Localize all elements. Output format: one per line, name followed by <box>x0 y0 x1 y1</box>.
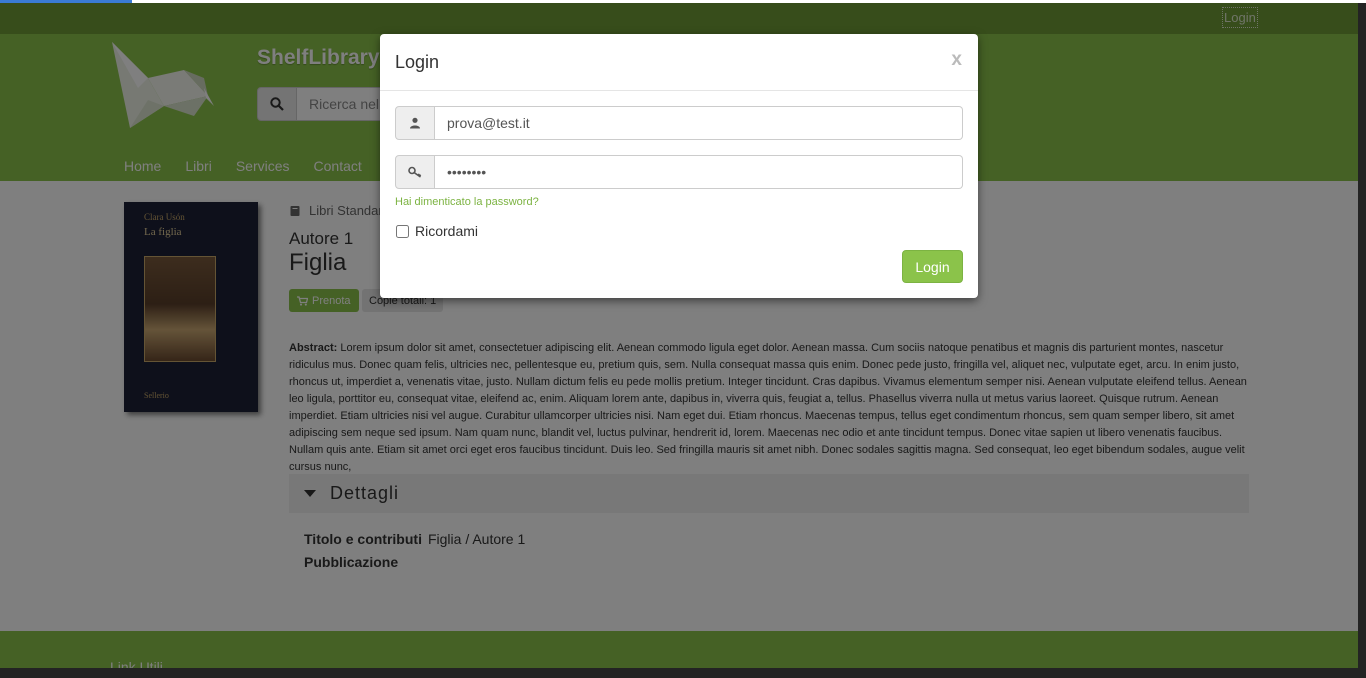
email-addon <box>395 106 435 140</box>
remember-label: Ricordami <box>415 223 479 239</box>
remember-checkbox[interactable] <box>396 224 409 238</box>
email-input-group <box>395 106 963 140</box>
progress-fill <box>0 0 132 3</box>
close-button[interactable]: x <box>951 49 962 71</box>
modal-title: Login <box>395 52 440 72</box>
login-submit-button[interactable]: Login <box>902 250 963 283</box>
login-modal: Login x Hai dimenticato la password? Ric… <box>380 34 978 298</box>
modal-header: Login x <box>380 34 978 91</box>
password-input-group <box>395 155 963 189</box>
user-icon <box>410 117 420 129</box>
remember-me[interactable]: Ricordami <box>395 223 478 239</box>
password-field[interactable] <box>435 155 963 189</box>
password-addon <box>395 155 435 189</box>
key-icon <box>408 166 422 178</box>
page-load-progress <box>0 0 1366 3</box>
email-field[interactable] <box>435 106 963 140</box>
forgot-password-link[interactable]: Hai dimenticato la password? <box>395 196 539 208</box>
